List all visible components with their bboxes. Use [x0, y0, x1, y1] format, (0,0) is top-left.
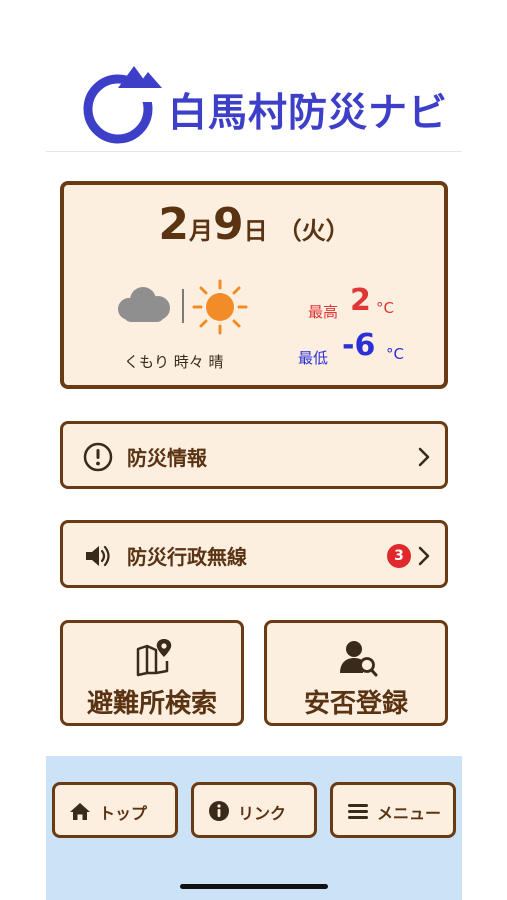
shelter-search-label: 避難所検索	[86, 689, 217, 719]
bottom-nav: トップ リンク メニュー	[46, 756, 462, 900]
date-weekday: （火）	[277, 217, 350, 245]
date-month: 2	[158, 199, 189, 250]
tab-links-label: リンク	[238, 804, 287, 823]
app-header: 白馬村防災ナビ	[46, 0, 462, 152]
speaker-icon	[86, 545, 110, 567]
user-search-icon	[340, 641, 378, 677]
map-pin-icon	[136, 639, 172, 677]
hamburger-icon	[348, 804, 368, 819]
shelter-search-button[interactable]: 避難所検索	[60, 620, 244, 726]
low-temp-unit: °C	[386, 345, 404, 363]
weather-card: 2月9日 （火） くもり 時々 晴 最高 2 °C 最低 -6 °C	[60, 181, 448, 389]
circle-arrow-mountain-logo	[83, 66, 162, 144]
weather-condition: くもり 時々 晴	[124, 353, 224, 371]
high-temp-label: 最高	[308, 303, 339, 321]
home-icon	[70, 803, 90, 820]
date-display: 2月9日 （火）	[64, 199, 444, 250]
disaster-info-button[interactable]: 防災情報	[60, 421, 448, 489]
safety-registration-label: 安否登録	[303, 689, 408, 719]
app-screen: 白馬村防災ナビ 2月9日 （火） くもり 時々 晴 最高 2 °C 最低 -6 …	[46, 0, 462, 900]
app-title: 白馬村防災ナビ	[168, 91, 449, 136]
tab-links[interactable]: リンク	[191, 782, 317, 838]
weather-separator	[182, 289, 184, 323]
tab-top[interactable]: トップ	[52, 782, 178, 838]
tab-menu[interactable]: メニュー	[330, 782, 456, 838]
exclamation-circle-icon	[83, 442, 113, 472]
disaster-info-label: 防災情報	[127, 446, 207, 470]
tab-top-label: トップ	[99, 804, 148, 823]
tab-menu-label: メニュー	[377, 804, 442, 823]
high-temp-value: 2	[350, 283, 371, 318]
info-icon	[209, 801, 229, 821]
safety-registration-button[interactable]: 安否登録	[264, 620, 448, 726]
low-temp-label: 最低	[298, 349, 329, 367]
chevron-right-icon	[418, 546, 430, 566]
date-month-unit: 月	[189, 217, 213, 245]
disaster-radio-button[interactable]: 防災行政無線 3	[60, 520, 448, 588]
disaster-radio-label: 防災行政無線	[127, 545, 247, 569]
date-day: 9	[213, 199, 244, 250]
low-temp-value: -6	[342, 328, 376, 363]
home-indicator[interactable]	[180, 884, 328, 889]
unread-badge: 3	[387, 544, 411, 568]
chevron-right-icon	[418, 447, 430, 467]
date-day-unit: 日	[243, 217, 268, 245]
sun-icon	[192, 279, 248, 335]
cloud-icon	[118, 287, 170, 322]
high-temp-unit: °C	[376, 299, 394, 317]
